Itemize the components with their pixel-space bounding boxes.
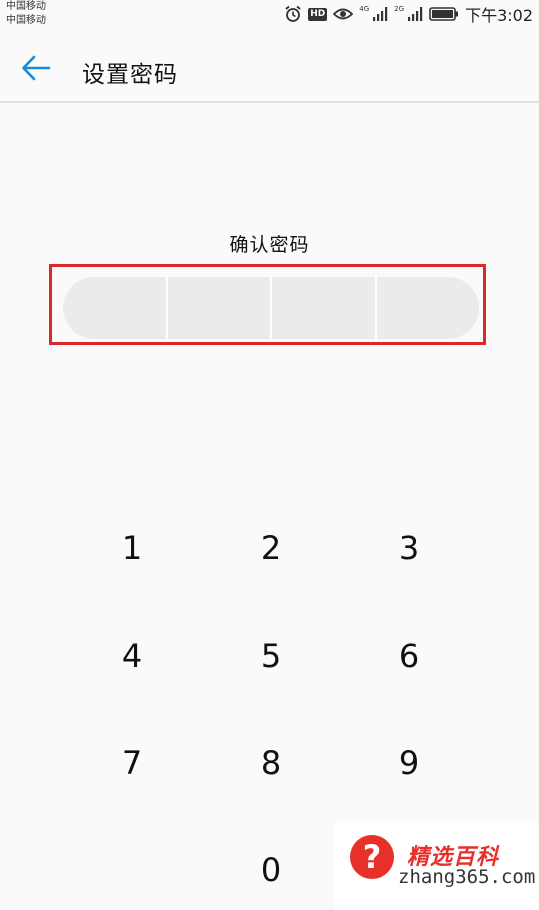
keypad-key-4[interactable]: 4: [82, 616, 182, 696]
status-bar: 中国移动 中国移动 HD 4G 2G 下午3:02: [0, 0, 539, 30]
page-title: 设置密码: [82, 62, 178, 88]
pin-digit-cell: [377, 277, 480, 339]
battery-icon: [429, 6, 459, 22]
keypad-key-2[interactable]: 2: [221, 508, 321, 588]
back-button[interactable]: [18, 52, 54, 88]
status-icons: HD 4G 2G 下午3:02: [284, 3, 533, 25]
keypad-key-9[interactable]: 9: [359, 723, 459, 803]
hd-badge: HD: [308, 7, 328, 21]
eye-icon: [333, 6, 354, 22]
status-time: 下午3:02: [465, 6, 533, 25]
pin-digit-cell: [168, 277, 272, 339]
alarm-icon: [284, 5, 302, 23]
keypad-key-8[interactable]: 8: [221, 723, 321, 803]
signal-icon: [407, 6, 423, 22]
network-type-1: 4G: [359, 5, 370, 13]
pin-digit-cell: [63, 277, 168, 339]
keypad-key-5[interactable]: 5: [221, 616, 321, 696]
keypad-key-3[interactable]: 3: [359, 508, 459, 588]
app-bar: 设置密码: [0, 40, 539, 102]
header-divider: [0, 101, 539, 103]
carrier-label-1: 中国移动: [6, 1, 46, 12]
keypad-key-6[interactable]: 6: [359, 616, 459, 696]
pin-digit-cell: [272, 277, 377, 339]
keypad-key-7[interactable]: 7: [82, 723, 182, 803]
signal-icon: [372, 6, 388, 22]
watermark-url: zhang365.com: [398, 866, 536, 888]
keypad-key-1[interactable]: 1: [82, 508, 182, 588]
network-type-2: 2G: [394, 5, 405, 13]
confirm-password-label: 确认密码: [229, 234, 310, 256]
watermark-logo: ? 精选百科 zhang365.com: [334, 823, 539, 910]
question-mark-icon: ?: [350, 835, 394, 879]
arrow-left-icon: [21, 54, 51, 86]
pin-input[interactable]: [63, 277, 479, 339]
keypad-key-0[interactable]: 0: [221, 830, 321, 910]
carrier-label-2: 中国移动: [6, 15, 46, 26]
